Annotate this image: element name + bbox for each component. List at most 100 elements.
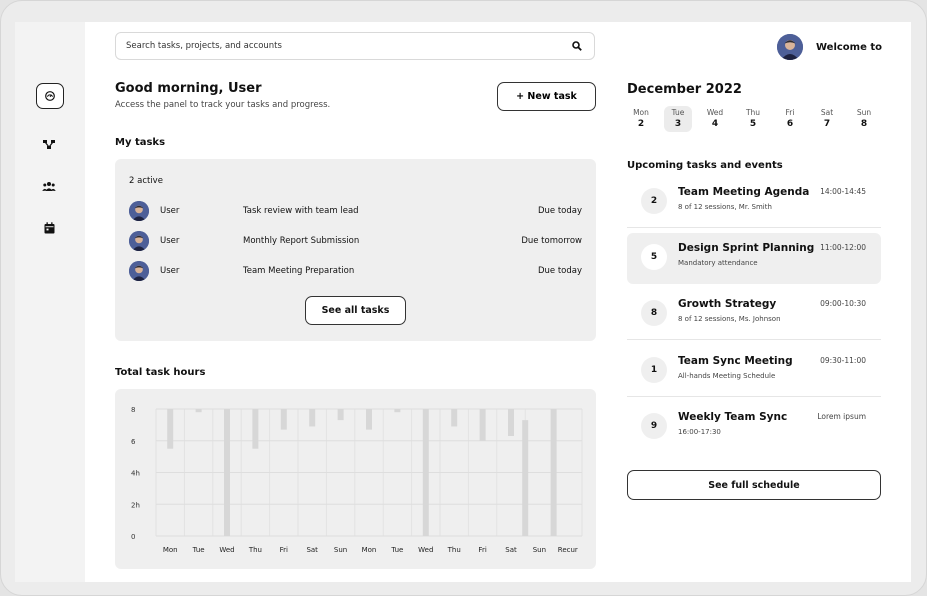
day-date: 5 xyxy=(749,119,757,129)
day-name: Mon xyxy=(633,108,649,117)
x-tick-label: Wed xyxy=(418,546,433,554)
day-tue[interactable]: Tue 3 xyxy=(664,106,692,132)
chart-bar xyxy=(522,420,529,536)
task-due: Due tomorrow xyxy=(521,236,582,246)
task-row[interactable]: User Monthly Report Submission Due tomor… xyxy=(129,230,582,252)
day-sat[interactable]: Sat 7 xyxy=(813,106,841,132)
chart-bar xyxy=(337,409,344,421)
x-tick-label: Thu xyxy=(248,546,262,554)
x-tick-label: Thu xyxy=(447,546,461,554)
projects-icon[interactable] xyxy=(36,132,62,156)
task-due: Due today xyxy=(537,206,582,216)
event-subtitle: 16:00-17:30 xyxy=(678,428,721,436)
chart-bar xyxy=(479,409,486,441)
x-tick-label: Sun xyxy=(334,546,347,554)
y-tick-label: 2h xyxy=(131,501,140,509)
event-title: Design Sprint Planning xyxy=(678,242,815,254)
avatar[interactable] xyxy=(777,34,803,60)
day-name: Sun xyxy=(856,108,872,117)
week-strip: Mon 2 Tue 3 Wed 4 Thu 5 Fri 6 Sat 7 Sun 8 xyxy=(627,106,877,132)
chart-bar xyxy=(309,409,316,427)
task-title: Team Meeting Preparation xyxy=(243,266,355,276)
x-tick-label: Fri xyxy=(280,546,288,554)
welcome-text: Welcome to xyxy=(816,41,883,53)
event-time: Lorem ipsum xyxy=(817,412,866,421)
x-tick-label: Mon xyxy=(362,546,377,554)
see-all-tasks-button[interactable]: See all tasks xyxy=(305,296,406,325)
app-window: Search tasks, projects, and accounts Wel… xyxy=(0,0,927,596)
task-user: User xyxy=(160,236,180,246)
sidebar xyxy=(15,22,85,582)
event-title: Growth Strategy xyxy=(678,298,777,310)
day-name: Sat xyxy=(820,108,834,117)
event-item[interactable]: 1 Team Sync Meeting All-hands Meeting Sc… xyxy=(627,346,881,397)
event-item[interactable]: 2 Team Meeting Agenda 8 of 12 sessions, … xyxy=(627,177,881,228)
x-tick-label: Wed xyxy=(219,546,234,554)
new-task-button[interactable]: + New task xyxy=(497,82,596,111)
see-full-schedule-button[interactable]: See full schedule xyxy=(627,470,881,500)
calendar-title: December 2022 xyxy=(627,82,742,97)
event-title: Team Sync Meeting xyxy=(678,355,793,367)
event-item[interactable]: 8 Growth Strategy 8 of 12 sessions, Ms. … xyxy=(627,289,881,340)
chart-bar xyxy=(366,409,372,430)
search-icon[interactable] xyxy=(570,39,584,53)
x-tick-label: Sat xyxy=(306,546,318,554)
task-row[interactable]: User Team Meeting Preparation Due today xyxy=(129,260,582,282)
day-date: 6 xyxy=(786,119,794,129)
day-sun[interactable]: Sun 8 xyxy=(850,106,878,132)
chart-bar xyxy=(195,409,202,413)
event-title: Team Meeting Agenda xyxy=(678,186,810,198)
day-name: Tue xyxy=(671,108,685,117)
avatar xyxy=(129,261,149,281)
event-number: 2 xyxy=(641,188,667,214)
chart-bar xyxy=(252,409,259,449)
hours-chart-card: 8 6 4h 2h 0 Mon Tue Wed Thu Fri Sat Sun Mon Tue Wed Thu… xyxy=(115,389,596,569)
hours-chart: 8 6 4h 2h 0 Mon Tue Wed Thu Fri Sat Sun Mon Tue Wed Thu… xyxy=(131,406,583,554)
day-wed[interactable]: Wed 4 xyxy=(701,106,729,132)
event-title: Weekly Team Sync xyxy=(678,411,788,423)
search-input[interactable]: Search tasks, projects, and accounts xyxy=(115,32,595,60)
task-title: Monthly Report Submission xyxy=(243,236,360,246)
y-tick-label: 6 xyxy=(131,438,136,446)
day-date: 8 xyxy=(860,119,868,129)
event-item[interactable]: 9 Weekly Team Sync 16:00-17:30 Lorem ips… xyxy=(627,402,881,453)
main-panel: Search tasks, projects, and accounts Wel… xyxy=(85,22,911,582)
avatar xyxy=(129,231,149,251)
chart-bar xyxy=(280,409,287,430)
event-number: 8 xyxy=(641,300,667,326)
hours-title: Total task hours xyxy=(115,367,206,378)
event-number: 9 xyxy=(641,413,667,439)
event-time: 11:00-12:00 xyxy=(820,243,866,252)
chart-bar xyxy=(451,409,458,427)
team-icon[interactable] xyxy=(36,174,62,198)
x-tick-label: Tue xyxy=(192,546,205,554)
dashboard-icon[interactable] xyxy=(36,83,64,109)
event-time: 09:00-10:30 xyxy=(820,299,866,308)
task-row[interactable]: User Task review with team lead Due toda… xyxy=(129,200,582,222)
x-tick-label: Mon xyxy=(163,546,178,554)
chart-bar xyxy=(224,409,230,536)
day-fri[interactable]: Fri 6 xyxy=(776,106,804,132)
chart-bar xyxy=(394,409,401,413)
day-thu[interactable]: Thu 5 xyxy=(739,106,767,132)
avatar xyxy=(129,201,149,221)
event-subtitle: 8 of 12 sessions, Ms. Johnson xyxy=(678,315,781,323)
task-user: User xyxy=(160,266,180,276)
search-placeholder: Search tasks, projects, and accounts xyxy=(126,41,282,51)
day-name: Fri xyxy=(785,108,795,117)
x-tick-label: Tue xyxy=(390,546,403,554)
task-user: User xyxy=(160,206,180,216)
task-title: Task review with team lead xyxy=(243,206,359,216)
my-tasks-title: My tasks xyxy=(115,137,166,148)
chart-bar xyxy=(422,409,429,536)
event-item[interactable]: 5 Design Sprint Planning Mandatory atten… xyxy=(627,233,881,284)
chart-bar xyxy=(167,409,174,449)
event-subtitle: Mandatory attendance xyxy=(678,259,758,267)
calendar-icon[interactable] xyxy=(36,216,62,240)
event-subtitle: 8 of 12 sessions, Mr. Smith xyxy=(678,203,772,211)
user-greeting[interactable]: Welcome to xyxy=(777,34,882,60)
y-tick-label: 8 xyxy=(131,406,135,414)
y-tick-label: 4h xyxy=(131,470,140,478)
day-mon[interactable]: Mon 2 xyxy=(627,106,655,132)
event-subtitle: All-hands Meeting Schedule xyxy=(678,372,776,380)
